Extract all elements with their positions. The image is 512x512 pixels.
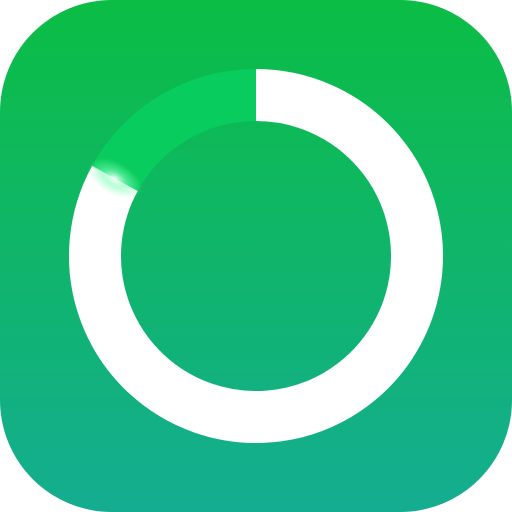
app-icon: [0, 0, 512, 512]
icon-canvas: [0, 0, 512, 512]
